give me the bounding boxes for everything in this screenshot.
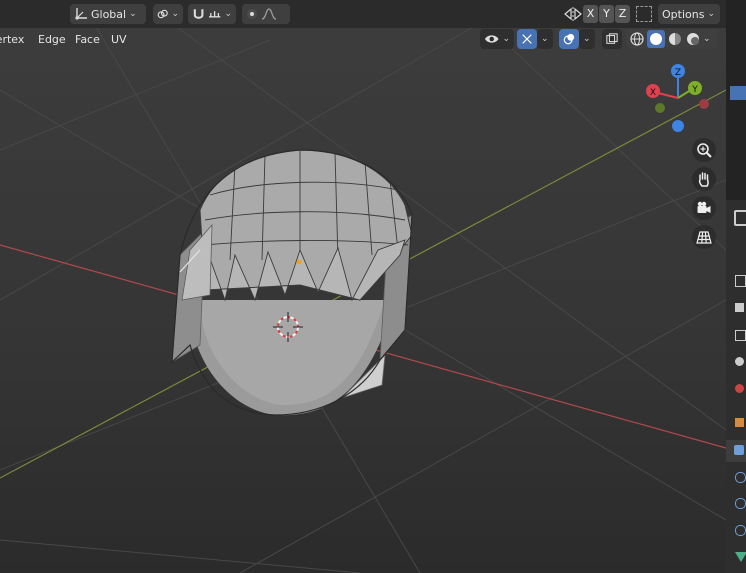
menu-edge[interactable]: Edge [33, 31, 71, 49]
overlays-toggle[interactable] [559, 29, 579, 49]
snap-increment-icon [209, 11, 221, 18]
perspective-toggle-button[interactable] [692, 225, 716, 249]
properties-panel-edge [726, 0, 746, 573]
options-dropdown[interactable]: Options ⌄ [658, 4, 720, 24]
viewport-shading-group: ⌄ [626, 29, 718, 49]
pan-button[interactable] [692, 167, 716, 191]
viewport-scene[interactable] [0, 0, 726, 573]
falloff-icon [261, 8, 277, 20]
solid-shading-button[interactable] [647, 30, 665, 48]
xray-icon [606, 33, 618, 44]
object-tab-icon[interactable] [735, 418, 744, 427]
mirror-x-toggle[interactable]: X [583, 5, 598, 23]
transform-orientation-dropdown[interactable]: Global ⌄ [70, 4, 146, 24]
selectability-visibility-dropdown[interactable]: ⌄ [480, 29, 514, 49]
link-icon [157, 9, 168, 19]
hand-pan-icon [698, 172, 709, 187]
xray-toggle[interactable] [602, 29, 622, 49]
render-tab-icon[interactable] [735, 275, 746, 287]
solid-shading-icon [650, 33, 662, 45]
auto-merge-toggle[interactable] [636, 6, 652, 22]
menu-face[interactable]: Face [70, 31, 105, 49]
constraints-tab-icon[interactable] [735, 525, 746, 536]
material-shading-icon[interactable] [667, 31, 683, 47]
wireframe-shading-icon[interactable] [629, 31, 645, 47]
overlay-icon [563, 33, 575, 45]
physics-tab-icon[interactable] [735, 498, 746, 509]
navigation-gizmo[interactable]: Z X Y [640, 60, 720, 140]
gizmo-toggle[interactable] [517, 29, 537, 49]
camera-view-button[interactable] [692, 196, 716, 220]
gizmo-z-label: Z [675, 68, 681, 78]
data-tab-icon[interactable] [735, 552, 746, 562]
outliner-selected-row[interactable] [730, 86, 746, 100]
world-tab-icon[interactable] [735, 384, 744, 393]
snap-dropdown[interactable]: ⌄ [188, 4, 236, 24]
chevron-down-icon: ⌄ [171, 9, 179, 19]
scene-tab-icon[interactable] [735, 357, 744, 366]
grid-icon [696, 231, 712, 244]
mirror-z-toggle[interactable]: Z [615, 5, 630, 23]
chevron-down-icon: ⌄ [224, 9, 232, 19]
chevron-down-icon: ⌄ [583, 34, 591, 44]
snap-magnet-icon [193, 9, 204, 19]
mirror-y-toggle[interactable]: Y [599, 5, 614, 23]
wrench-icon [734, 445, 744, 455]
visibility-icon [484, 35, 499, 43]
chevron-down-icon[interactable]: ⌄ [703, 34, 711, 44]
zoom-button[interactable] [692, 138, 716, 162]
viewport-header: Global ⌄ ⌄ ⌄ X Y Z Options ⌄ [0, 0, 726, 28]
proportional-editing-dropdown[interactable] [242, 4, 290, 24]
view-layer-tab-icon[interactable] [735, 330, 746, 341]
particles-tab-icon[interactable] [735, 472, 746, 483]
options-label: Options [662, 7, 705, 21]
modifier-tab[interactable] [726, 440, 746, 462]
menu-vertex[interactable]: Vertex [0, 31, 29, 49]
rendered-shading-icon[interactable] [685, 31, 701, 47]
transform-pivot-icon [75, 8, 87, 20]
gizmo-icon [522, 34, 532, 44]
transform-orientation-label: Global [91, 7, 127, 21]
chevron-down-icon: ⌄ [707, 9, 715, 19]
gizmo-x-label: X [650, 88, 656, 98]
head-mesh[interactable] [171, 149, 413, 416]
3d-viewport[interactable]: Z X Y Global ⌄ ⌄ ⌄ X Y Z Options ⌄ rtex … [0, 0, 726, 573]
pivot-point-dropdown[interactable]: ⌄ [153, 4, 183, 24]
gizmo-dropdown[interactable]: ⌄ [537, 29, 553, 49]
camera-icon [697, 201, 711, 213]
output-tab-icon[interactable] [735, 303, 744, 312]
proportional-edit-icon [247, 9, 257, 19]
chevron-down-icon: ⌄ [129, 9, 137, 19]
chevron-down-icon: ⌄ [541, 34, 549, 44]
overlays-dropdown[interactable]: ⌄ [579, 29, 595, 49]
mirror-icon[interactable] [564, 6, 582, 22]
menu-uv[interactable]: UV [106, 31, 132, 49]
chevron-down-icon: ⌄ [502, 34, 510, 44]
tool-tab-icon[interactable] [734, 210, 746, 226]
gizmo-y-label: Y [691, 85, 698, 95]
zoom-icon [697, 143, 712, 158]
